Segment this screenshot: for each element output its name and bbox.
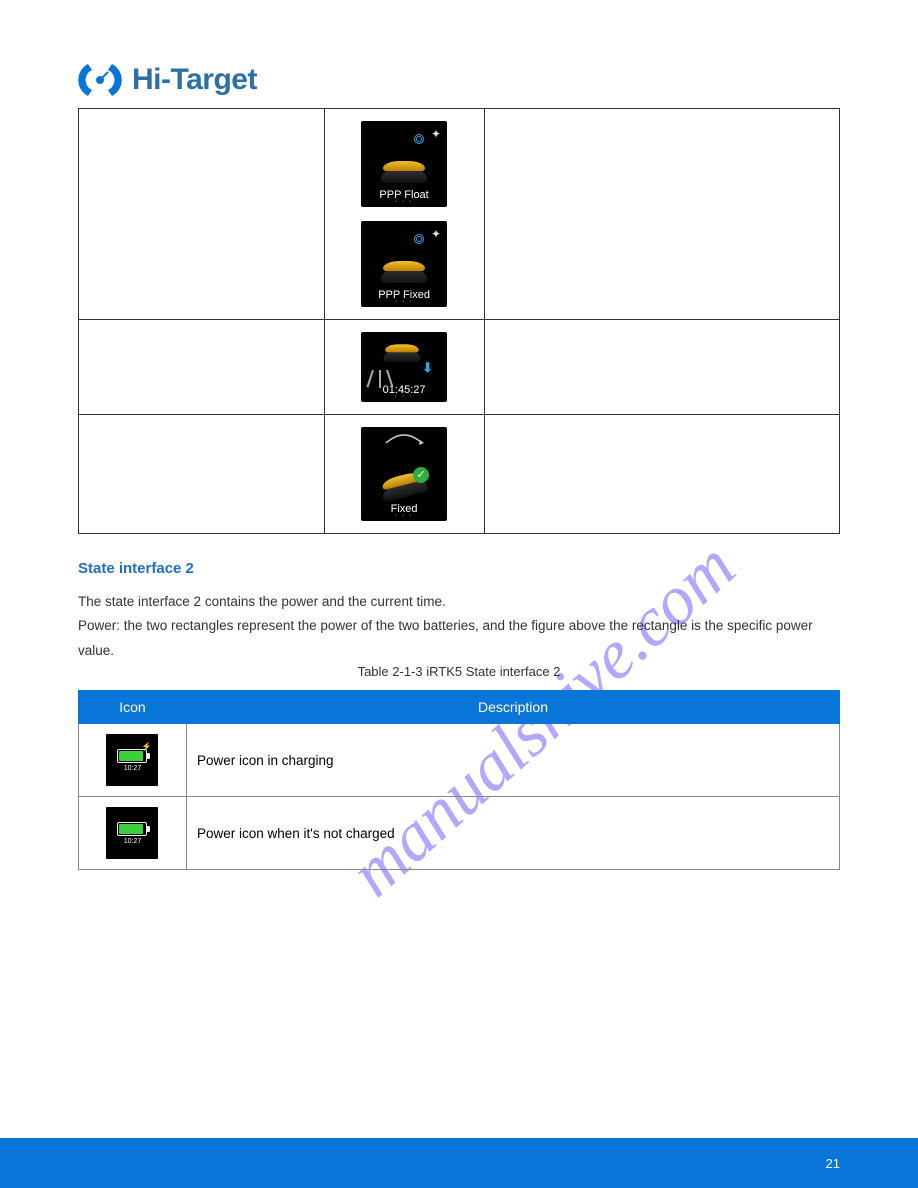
download-icon: ⬇ bbox=[422, 360, 433, 376]
section-line2: Power: the two rectangles represent the … bbox=[78, 618, 813, 657]
tilt-arrow-icon bbox=[380, 431, 428, 445]
table2-r1-desc: Power icon in charging bbox=[186, 724, 839, 797]
table2-header-icon: Icon bbox=[79, 691, 187, 724]
brand-name: Hi-Target bbox=[132, 63, 257, 97]
table2-r2-desc: Power icon when it's not charged bbox=[186, 797, 839, 870]
check-ok-icon: ✓ bbox=[413, 467, 429, 483]
table1-r1-thumbs: ✦ PPP Float • • • ✦ PPP Fixed • • • bbox=[324, 109, 484, 320]
section-line1: The state interface 2 contains the power… bbox=[78, 594, 446, 609]
page-number: 21 bbox=[826, 1156, 840, 1171]
page-footer: 21 bbox=[0, 1138, 918, 1188]
table2-r1-icon: ⚡ 10:27 bbox=[79, 724, 187, 797]
table1-r1-desc bbox=[484, 109, 839, 320]
brand-logo: Hi-Target bbox=[78, 58, 257, 102]
table1-r2-desc bbox=[484, 320, 839, 415]
battery-charging-thumb: ⚡ 10:27 bbox=[106, 734, 158, 786]
logo-mark-icon bbox=[78, 58, 122, 102]
satellite-icon: ✦ bbox=[431, 127, 441, 141]
ppp-fixed-thumb: ✦ PPP Fixed • • • bbox=[361, 221, 447, 307]
state-interface-1-table: ✦ PPP Float • • • ✦ PPP Fixed • • • bbox=[78, 108, 840, 534]
battery-icon bbox=[117, 822, 147, 836]
state-interface-2-table: Icon Description ⚡ 10:27 Power icon in c… bbox=[78, 690, 840, 870]
table2-caption: Table 2-1-3 iRTK5 State interface 2 bbox=[0, 664, 918, 679]
table1-r3-desc bbox=[484, 415, 839, 534]
battery-icon bbox=[117, 749, 147, 763]
battery-time: 10:27 bbox=[124, 838, 142, 845]
battery-time: 10:27 bbox=[124, 765, 142, 772]
table2-r2-icon: 10:27 bbox=[79, 797, 187, 870]
download-time-thumb: ⬇ 01:45:27 • • • bbox=[361, 332, 447, 402]
ppp-float-thumb: ✦ PPP Float • • • bbox=[361, 121, 447, 207]
table1-r3-label bbox=[79, 415, 325, 534]
table2-header-desc: Description bbox=[186, 691, 839, 724]
tilt-fixed-thumb: ✓ Fixed • • • bbox=[361, 427, 447, 521]
section-heading: State interface 2 bbox=[78, 560, 194, 577]
battery-not-charging-thumb: 10:27 bbox=[106, 807, 158, 859]
signal-wave-icon bbox=[413, 233, 425, 245]
section-body: The state interface 2 contains the power… bbox=[78, 590, 840, 663]
satellite-icon: ✦ bbox=[431, 227, 441, 241]
signal-wave-icon bbox=[413, 133, 425, 145]
table1-r3-thumbs: ✓ Fixed • • • bbox=[324, 415, 484, 534]
table1-r2-thumbs: ⬇ 01:45:27 • • • bbox=[324, 320, 484, 415]
table1-r2-label bbox=[79, 320, 325, 415]
table1-r1-label bbox=[79, 109, 325, 320]
